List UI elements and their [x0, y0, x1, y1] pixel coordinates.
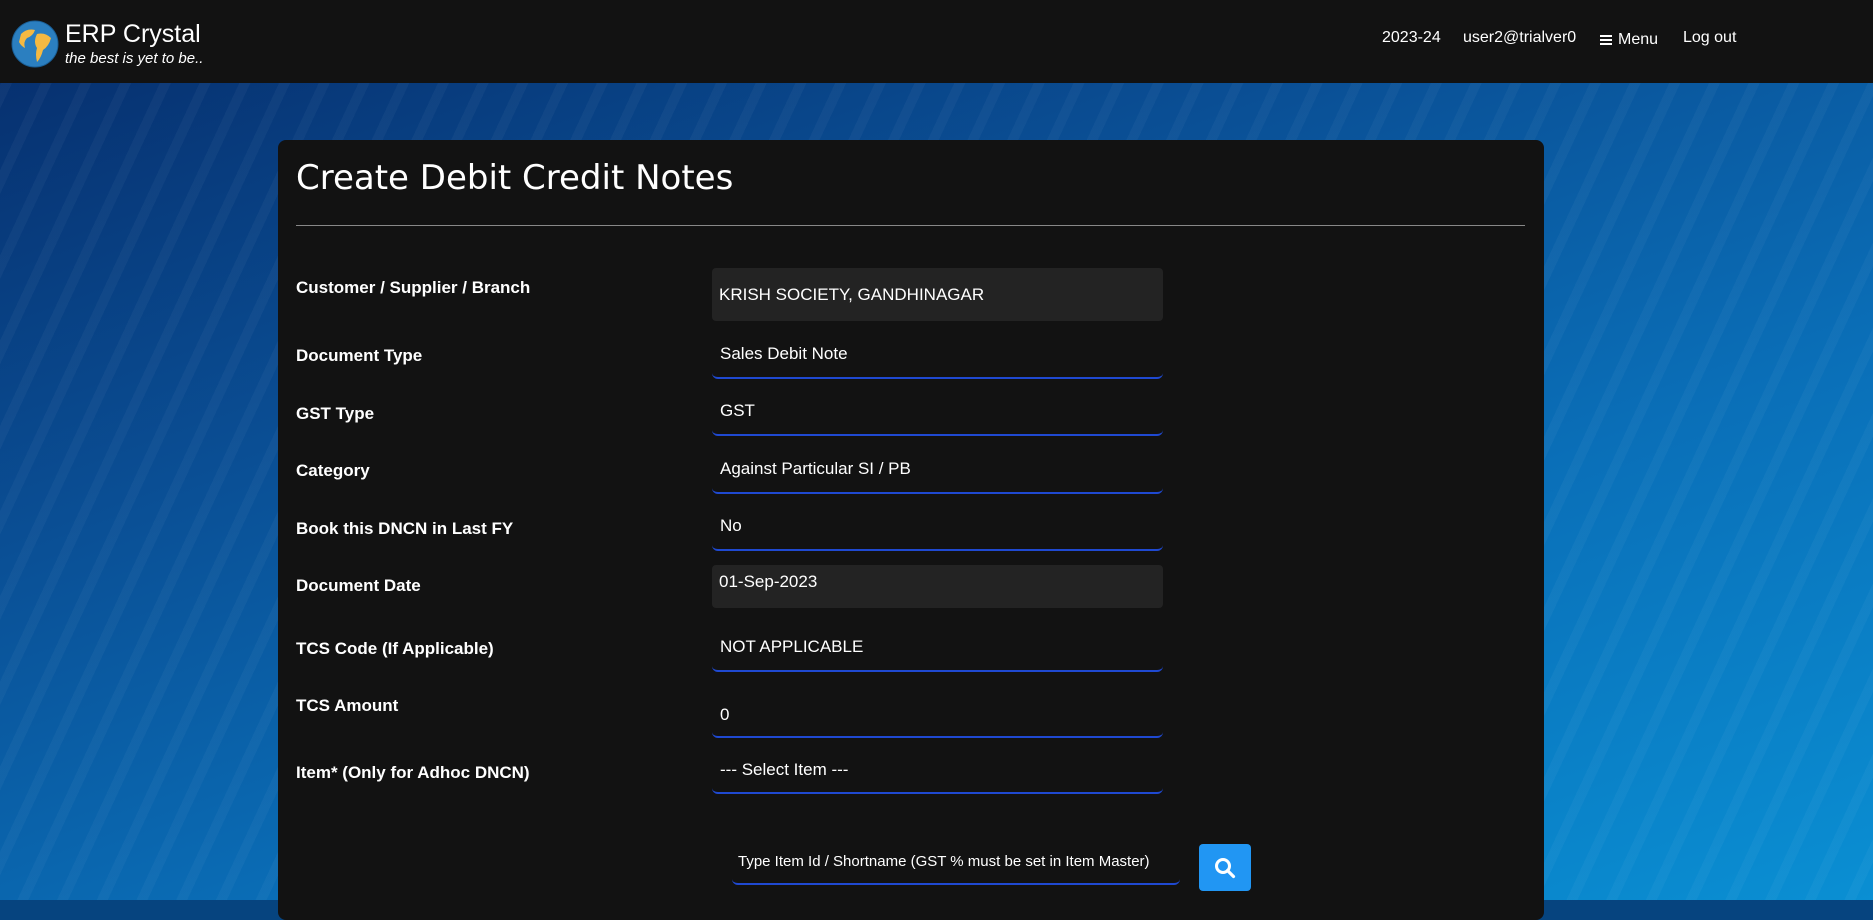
category-select[interactable]: Against Particular SI / PB	[712, 446, 1163, 494]
label-tcs-amount: TCS Amount	[296, 696, 399, 715]
gst-type-select[interactable]: GST	[712, 388, 1163, 436]
tcs-code-select[interactable]: NOT APPLICABLE	[712, 624, 1163, 672]
search-button[interactable]	[1199, 844, 1251, 891]
menu-label: Menu	[1618, 31, 1659, 48]
logout-link[interactable]: Log out	[1683, 29, 1736, 47]
label-category: Category	[296, 461, 370, 480]
globe-icon	[11, 20, 59, 68]
item-search-input[interactable]: Type Item Id / Shortname (GST % must be …	[732, 839, 1180, 885]
book-last-fy-select[interactable]: No	[712, 503, 1163, 551]
tcs-amount-input[interactable]: 0	[712, 682, 1163, 738]
label-item: Item* (Only for Adhoc DNCN)	[296, 763, 530, 782]
fiscal-year-label: 2023-24	[1382, 29, 1441, 46]
brand-tagline: the best is yet to be..	[65, 50, 204, 67]
hamburger-icon	[1600, 34, 1612, 45]
top-navbar: ERP Crystal the best is yet to be.. 2023…	[0, 0, 1873, 83]
label-customer: Customer / Supplier / Branch	[296, 278, 531, 297]
document-date-field[interactable]: 01-Sep-2023	[712, 565, 1163, 608]
label-book-last-fy: Book this DNCN in Last FY	[296, 519, 514, 538]
label-document-type: Document Type	[296, 346, 423, 365]
user-label: user2@trialver0	[1463, 29, 1577, 46]
label-gst-type: GST Type	[296, 404, 375, 423]
form-card: Create Debit Credit Notes Customer / Sup…	[278, 140, 1544, 920]
search-icon	[1215, 857, 1236, 878]
label-document-date: Document Date	[296, 576, 421, 595]
customer-field[interactable]: KRISH SOCIETY, GANDHINAGAR	[712, 268, 1163, 321]
page-title: Create Debit Credit Notes	[296, 158, 734, 198]
document-type-select[interactable]: Sales Debit Note	[712, 331, 1163, 379]
brand-name: ERP Crystal	[65, 20, 201, 48]
title-divider	[296, 225, 1525, 226]
menu-button[interactable]: Menu	[1600, 31, 1658, 49]
item-select[interactable]: --- Select Item ---	[712, 748, 1163, 794]
label-tcs-code: TCS Code (If Applicable)	[296, 639, 494, 658]
